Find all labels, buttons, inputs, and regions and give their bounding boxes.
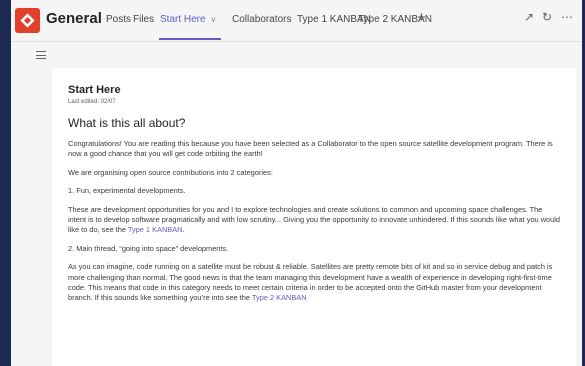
page-title: Start Here: [68, 84, 121, 96]
channel-header: General Posts Files Start Here ∨ Collabo…: [11, 0, 582, 42]
paragraph-category-2: 2. Main thread, “going into space” devel…: [68, 243, 229, 253]
paragraph-category-1: 1. Fun, experimental developments.: [68, 186, 186, 196]
tab-collaborators[interactable]: Collaborators: [232, 14, 291, 25]
chevron-down-icon[interactable]: ∨: [210, 15, 216, 24]
hamburger-menu-icon[interactable]: [36, 51, 46, 59]
add-tab-icon[interactable]: +: [417, 9, 426, 26]
type-1-kanban-link[interactable]: Type 1 KANBAN: [128, 225, 183, 234]
tab-start-here-label: Start Here: [160, 14, 206, 25]
expand-icon[interactable]: ↗: [524, 10, 534, 24]
tab-posts[interactable]: Posts: [106, 14, 131, 25]
more-options-icon[interactable]: ⋯: [561, 10, 573, 24]
wiki-page: Start Here Last edited: 02/07 What is th…: [52, 68, 576, 366]
paragraph-category-2-description: As you can imagine, code running on a sa…: [68, 262, 562, 304]
reload-icon[interactable]: ↻: [542, 10, 552, 24]
team-logo-icon[interactable]: [15, 8, 40, 33]
paragraph-text: As you can imagine, code running on a sa…: [68, 262, 553, 303]
app-rail: [0, 0, 11, 366]
active-tab-indicator: [159, 38, 221, 40]
paragraph-intro: Congratulations! You are reading this be…: [68, 139, 553, 159]
tab-start-here[interactable]: Start Here ∨: [160, 14, 216, 25]
wiki-toolbar: [11, 42, 582, 68]
paragraph-end: .: [182, 225, 185, 235]
last-edited-label: Last edited: 02/07: [68, 99, 116, 105]
teams-window: General Posts Files Start Here ∨ Collabo…: [11, 0, 582, 366]
channel-title: General: [46, 10, 102, 27]
section-heading: What is this all about?: [68, 116, 186, 130]
tab-files[interactable]: Files: [133, 14, 154, 25]
wiki-content: Start Here Last edited: 02/07 What is th…: [68, 84, 562, 304]
type-2-kanban-link[interactable]: Type 2 KANBAN: [252, 293, 307, 302]
paragraph-categories: We are organising open source contributi…: [68, 167, 273, 177]
paragraph-category-1-description: These are development opportunities for …: [68, 205, 562, 236]
